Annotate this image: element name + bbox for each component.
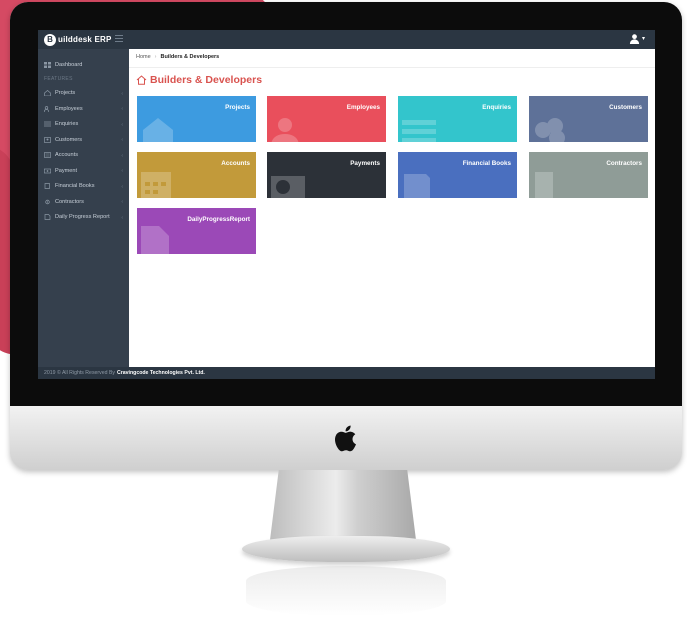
- chevron-left-icon: ‹: [121, 214, 123, 221]
- sidebar-item-label: Customers: [55, 136, 83, 143]
- sidebar-item-enquiries[interactable]: Enquiries ‹: [38, 117, 129, 133]
- sidebar-item-projects[interactable]: Projects ‹: [38, 86, 129, 102]
- tile-label: Customers: [609, 104, 642, 111]
- tile-accounts[interactable]: Accounts: [137, 152, 256, 198]
- document-icon: [141, 226, 169, 254]
- chevron-left-icon: ‹: [121, 183, 123, 190]
- page-title: Builders & Developers: [136, 74, 262, 86]
- breadcrumb-home-link[interactable]: Home: [136, 54, 151, 60]
- chevron-left-icon: ‹: [121, 168, 123, 174]
- chevron-left-icon: ‹: [121, 121, 123, 128]
- page-title-text: Builders & Developers: [150, 74, 263, 86]
- tile-financial-books[interactable]: Financial Books: [398, 152, 517, 198]
- tile-customers[interactable]: Customers: [529, 96, 648, 142]
- menu-toggle-icon[interactable]: [115, 35, 123, 43]
- chevron-left-icon: ‹: [121, 106, 123, 112]
- tile-contractors[interactable]: Contractors: [529, 152, 648, 198]
- dashboard-icon: [44, 61, 51, 68]
- list-icon: [44, 121, 51, 127]
- tile-enquiries[interactable]: Enquiries: [398, 96, 517, 142]
- breadcrumb-separator: ›: [154, 54, 157, 60]
- users-icon: [271, 118, 299, 142]
- tile-label: Contractors: [606, 160, 642, 167]
- footer-company-link[interactable]: Cravingcode Technologies Pvt. Ltd.: [117, 370, 205, 376]
- gear-icon: [44, 199, 51, 205]
- sidebar-item-accounts[interactable]: Accounts ‹: [38, 148, 129, 164]
- person-icon: [44, 136, 51, 143]
- tile-label: Enquiries: [482, 104, 511, 111]
- building-icon: [143, 118, 173, 142]
- brand-name: uilddesk ERP: [58, 35, 112, 44]
- monitor-stand-base: [242, 536, 450, 562]
- divider: [129, 67, 655, 68]
- breadcrumb: Home › Builders & Developers: [136, 54, 219, 60]
- sidebar-item-daily-progress-report[interactable]: Daily Progress Report ‹: [38, 210, 129, 226]
- apple-logo-icon: [335, 425, 356, 452]
- building-icon: [535, 172, 553, 198]
- person-group-icon: [535, 118, 565, 142]
- sidebar-item-employees[interactable]: Employees ‹: [38, 101, 129, 117]
- sidebar-item-label: Financial Books: [55, 183, 95, 190]
- money-icon: [271, 176, 305, 198]
- book-icon: [44, 183, 51, 190]
- report-icon: [44, 214, 51, 221]
- brand-logo[interactable]: B uilddesk ERP: [44, 33, 112, 46]
- tile-label: Payments: [350, 160, 380, 167]
- tile-label: DailyProgressReport: [187, 216, 250, 223]
- sidebar-item-customers[interactable]: Customers ‹: [38, 132, 129, 148]
- sidebar: Dashboard FEATURES Projects ‹ Employees …: [38, 49, 129, 367]
- user-avatar-icon: [629, 34, 640, 44]
- tile-label: Accounts: [221, 160, 250, 167]
- user-menu[interactable]: ▾: [629, 33, 645, 44]
- list-icon: [402, 120, 436, 142]
- chevron-down-icon: ▾: [641, 36, 645, 42]
- brand-initial: B: [47, 35, 53, 44]
- users-icon: [43, 105, 51, 112]
- home-icon: [136, 75, 147, 85]
- money-icon: [43, 168, 52, 174]
- chevron-left-icon: ‹: [121, 199, 123, 205]
- sidebar-item-payment[interactable]: Payment ‹: [38, 163, 129, 179]
- sidebar-item-dashboard[interactable]: Dashboard: [38, 57, 129, 73]
- brand-logo-mark: B: [44, 33, 56, 46]
- footer: 2019 © All Rights Reserved By Cravingcod…: [38, 367, 655, 379]
- tile-payments[interactable]: Payments: [267, 152, 386, 198]
- calculator-icon: [44, 152, 51, 159]
- chevron-left-icon: ‹: [121, 152, 123, 159]
- tile-daily-progress-report[interactable]: DailyProgressReport: [137, 208, 256, 254]
- chevron-left-icon: ‹: [121, 137, 123, 143]
- tile-label: Financial Books: [462, 160, 511, 167]
- sidebar-item-label: Contractors: [55, 198, 84, 205]
- tile-label: Projects: [225, 104, 250, 111]
- footer-copyright: 2019 © All Rights Reserved By: [44, 370, 116, 376]
- sidebar-item-label: Payment: [55, 167, 78, 174]
- home-icon: [44, 90, 51, 97]
- sidebar-section-label: FEATURES: [44, 75, 73, 82]
- app-screen: B uilddesk ERP ▾ Dashboard FEATURES Proj…: [38, 30, 655, 379]
- sidebar-item-label: Projects: [55, 90, 76, 97]
- tile-projects[interactable]: Projects: [137, 96, 256, 142]
- sidebar-item-label: Accounts: [55, 152, 79, 159]
- sidebar-item-financial-books[interactable]: Financial Books ‹: [38, 179, 129, 195]
- sidebar-item-label: Employees: [55, 105, 83, 112]
- sidebar-item-label: Daily Progress Report: [55, 214, 110, 221]
- top-navbar: B uilddesk ERP ▾: [38, 30, 655, 49]
- chevron-left-icon: ‹: [121, 90, 123, 97]
- calculator-icon: [141, 172, 171, 198]
- sidebar-item-label: Dashboard: [55, 61, 83, 68]
- sidebar-item-label: Enquiries: [55, 121, 79, 128]
- book-icon: [404, 174, 430, 198]
- tile-employees[interactable]: Employees: [267, 96, 386, 142]
- tile-label: Employees: [346, 104, 380, 111]
- sidebar-item-contractors[interactable]: Contractors ‹: [38, 194, 129, 210]
- stand-reflection: [246, 566, 446, 616]
- breadcrumb-current: Builders & Developers: [160, 54, 220, 60]
- monitor-stand: [270, 470, 416, 540]
